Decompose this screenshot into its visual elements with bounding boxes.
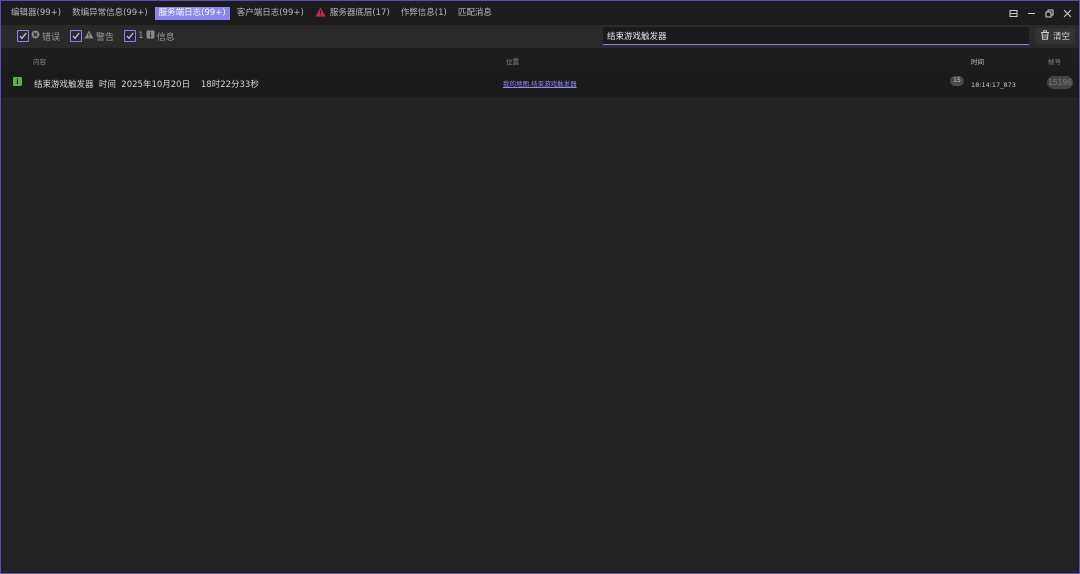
log-message: 结束游戏触发器 时间 2025年10月20日 18时22分33秒 (34, 80, 259, 90)
filter-info-toggle[interactable]: 1 信息 (124, 30, 175, 43)
minimize-icon[interactable] (1025, 7, 1037, 19)
tab-bar: 编辑器(99+) 数编异常信息(99+) 服务端日志(99+) 客户端日志(99… (1, 1, 1079, 25)
filter-warning-label: 警告 (96, 32, 115, 43)
search-input[interactable] (603, 27, 1029, 45)
filter-info-count: 1 (138, 31, 144, 41)
log-location-link[interactable]: 我的地图.结束游戏触发器 (503, 78, 577, 88)
clear-button[interactable]: 清空 (1035, 28, 1075, 44)
tab-editor[interactable]: 编辑器(99+) (7, 7, 65, 20)
restore-icon[interactable] (1043, 7, 1055, 19)
column-header-frame[interactable]: 帧号 (1048, 56, 1061, 66)
tab-match-messages[interactable]: 匹配消息 (454, 7, 496, 20)
checkbox-checked-icon (17, 30, 29, 42)
filter-error-toggle[interactable]: 错误 (17, 30, 61, 43)
tab-server-core[interactable]: 服务器底层(17) (311, 7, 394, 20)
filter-bar: 错误 警告 1 信息 清空 (1, 25, 1079, 48)
info-square-icon: i (13, 77, 22, 86)
tab-cheat-info[interactable]: 作弊信息(1) (397, 7, 451, 20)
trash-icon (1040, 29, 1050, 43)
log-time: 18:14:17_873 (971, 81, 1016, 89)
column-header-content[interactable]: 内容 (33, 56, 46, 66)
log-table-header: 内容 位置 时间 帧号 (1, 48, 1079, 70)
column-header-time[interactable]: 时间 (971, 56, 984, 66)
tab-server-core-label: 服务器底层(17) (329, 7, 390, 18)
log-panel-window: 编辑器(99+) 数编异常信息(99+) 服务端日志(99+) 客户端日志(99… (0, 0, 1080, 574)
log-repeat-count-badge: 15 (950, 76, 964, 86)
filter-error-label: 错误 (42, 32, 61, 43)
checkbox-checked-icon (124, 30, 136, 42)
filter-warning-toggle[interactable]: 警告 (70, 30, 115, 43)
checkbox-checked-icon (70, 30, 82, 42)
tab-server-log[interactable]: 服务端日志(99+) (154, 6, 230, 20)
clear-button-label: 清空 (1052, 32, 1070, 42)
warning-triangle-icon (315, 7, 326, 22)
tab-data-exceptions[interactable]: 数编异常信息(99+) (68, 7, 152, 20)
column-header-location[interactable]: 位置 (506, 56, 519, 66)
info-square-icon (146, 30, 155, 42)
log-frame-badge: 15196 (1047, 76, 1073, 89)
table-row[interactable]: i 结束游戏触发器 时间 2025年10月20日 18时22分33秒 我的地图.… (1, 70, 1079, 97)
window-controls (1007, 7, 1073, 19)
tab-client-log[interactable]: 客户端日志(99+) (233, 7, 308, 20)
filter-info-label: 信息 (156, 32, 175, 43)
error-circle-icon (31, 30, 40, 42)
dock-icon[interactable] (1007, 7, 1019, 19)
close-icon[interactable] (1061, 7, 1073, 19)
warning-triangle-icon (84, 30, 94, 42)
